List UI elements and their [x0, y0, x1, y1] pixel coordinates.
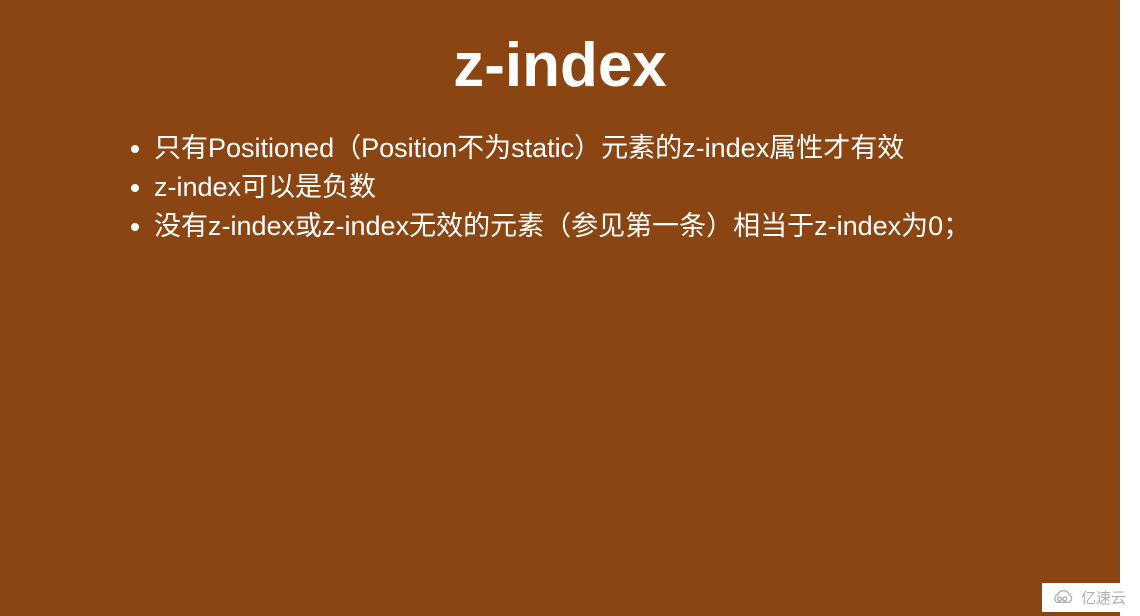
watermark: 亿速云 — [1042, 583, 1134, 612]
bullet-item: z-index可以是负数 — [154, 168, 1020, 207]
bullet-item: 只有Positioned（Position不为static）元素的z-index… — [154, 129, 1020, 168]
slide-title: z-index — [100, 30, 1020, 101]
presentation-slide: z-index 只有Positioned（Position不为static）元素… — [0, 0, 1120, 616]
bullet-list: 只有Positioned（Position不为static）元素的z-index… — [100, 129, 1020, 246]
cloud-icon — [1050, 589, 1076, 607]
watermark-text: 亿速云 — [1081, 587, 1126, 608]
page-right-margin — [1120, 0, 1140, 616]
bullet-item: 没有z-index或z-index无效的元素（参见第一条）相当于z-index为… — [154, 207, 1020, 246]
